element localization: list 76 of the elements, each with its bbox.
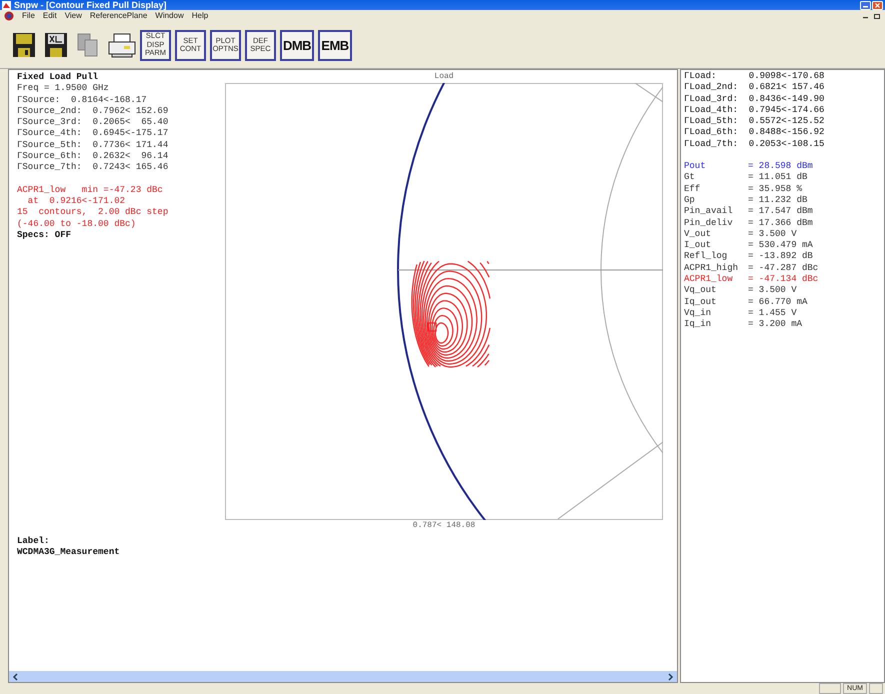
measurement-value: = 28.598 dBm (748, 161, 813, 172)
measurement-value: = 17.366 dBm (748, 218, 813, 229)
status-panel (819, 683, 842, 694)
status-panel (869, 683, 883, 694)
menu-item[interactable]: View (64, 11, 82, 21)
load-gamma-line: ΓLoad_7th: 0.2053<-108.15 (684, 138, 826, 150)
load-gamma-line: ΓLoad_2nd: 0.6821< 157.46 (684, 82, 826, 94)
document-icon[interactable] (4, 11, 14, 21)
measurement-value: = 11.232 dB (748, 194, 808, 206)
source-line: ΓSource_3rd: 0.2065< 65.40 (17, 117, 170, 128)
specs-status: Specs: OFF (17, 230, 72, 242)
contour-info-line: at 0.9216<-171.02 (26, 196, 126, 208)
menu-item[interactable]: File (22, 11, 35, 21)
horizontal-scrollbar[interactable] (9, 671, 677, 682)
measurement-value: = 530.479 mA (748, 240, 813, 252)
label-caption: Label: (17, 536, 50, 548)
app-icon (2, 0, 11, 10)
source-line: ΓSource_7th: 0.7243< 165.46 (17, 162, 170, 174)
load-gamma-line: ΓLoad_4th: 0.7945<-174.66 (684, 104, 826, 116)
measurement-name: Vq_out (684, 285, 718, 297)
toolbar-button[interactable]: EMB (318, 30, 352, 60)
copy-icon[interactable] (76, 32, 100, 58)
source-line: ΓSource_5th: 0.7736< 171.44 (17, 140, 170, 152)
measurement-name: Pout (684, 161, 707, 172)
contour-info-line: 15 contours, 2.00 dBc step (17, 207, 170, 219)
measurement-value: = 17.547 dBm (748, 206, 813, 218)
source-line: ΓSource_4th: 0.6945<-175.17 (17, 128, 170, 140)
measurement-name: ACPR1_high (684, 262, 740, 274)
measurement-value: = -47.134 dBc (748, 274, 818, 286)
contour-info-line: (-46.00 to -18.00 dBc) (17, 218, 137, 230)
measurement-name: Eff (684, 184, 702, 195)
source-line: ΓSource_2nd: 0.7962< 152.69 (17, 106, 170, 118)
measurement-value: = 3.500 V (748, 228, 797, 240)
cursor-readout: 0.787< 148.08 (412, 520, 476, 532)
measurement-name: Refl_log (684, 251, 728, 263)
measurement-value: = 35.958 % (748, 184, 802, 195)
restore-icon[interactable] (873, 12, 881, 20)
measurement-name: Pin_deliv (684, 218, 734, 229)
contour-info-line: ACPR1_low min =-47.23 dBc (17, 184, 164, 196)
minimize-icon[interactable] (860, 0, 871, 10)
measurement-name: Vq_in (684, 308, 712, 320)
toolbar-button[interactable]: DMB (280, 30, 314, 60)
measurement-value: = 66.770 mA (748, 296, 808, 308)
plot-title: Load (434, 70, 454, 82)
measurement-value: = -13.892 dB (748, 251, 813, 263)
measurement-name: Gp (684, 194, 696, 206)
measurement-name: Pin_avail (684, 206, 734, 218)
measurement-name: ACPR1_low (684, 274, 734, 286)
source-line: ΓSource: 0.8164<-168.17 (17, 94, 148, 106)
measurement-name: Gt (684, 172, 696, 184)
panel-title: Fixed Load Pull (17, 72, 100, 84)
measurement-name: Iq_out (684, 296, 718, 308)
menu-item[interactable]: Window (155, 11, 184, 21)
source-line: ΓSource_6th: 0.2632< 96.14 (17, 151, 170, 162)
printer-icon[interactable] (108, 32, 136, 58)
close-icon[interactable] (872, 0, 883, 10)
measurement-value: = 3.500 V (748, 285, 797, 297)
load-gamma-line: ΓLoad_5th: 0.5572<-125.52 (684, 116, 826, 128)
measurement-value: = -47.287 dBc (748, 262, 818, 274)
measurement-value: = 11.051 dB (748, 172, 808, 184)
spreadsheet-save-icon[interactable] (44, 32, 68, 58)
measurement-value: = 1.455 V (748, 308, 797, 320)
label-value: WCDMA3G_Measurement (17, 547, 121, 559)
load-gamma-line: ΓLoad_6th: 0.8488<-156.92 (684, 127, 826, 139)
measurement-value: = 3.200 mA (748, 319, 802, 331)
menu-item[interactable]: Edit (42, 11, 57, 21)
load-gamma-line: ΓLoad_3rd: 0.8436<-149.90 (684, 94, 826, 105)
save-icon[interactable] (12, 32, 36, 58)
measurement-name: Iq_in (684, 319, 712, 331)
menu-item[interactable]: Help (192, 11, 208, 21)
menu-item[interactable]: ReferencePlane (90, 11, 148, 21)
load-gamma-line: ΓLoad: 0.9098<-170.68 (684, 71, 826, 82)
source-line: Freq = 1.9500 GHz (17, 83, 110, 95)
measurement-name: V_out (684, 228, 712, 240)
window-title: Snpw - [Contour Fixed Pull Display] (14, 0, 167, 10)
measurement-name: I_out (684, 240, 712, 252)
